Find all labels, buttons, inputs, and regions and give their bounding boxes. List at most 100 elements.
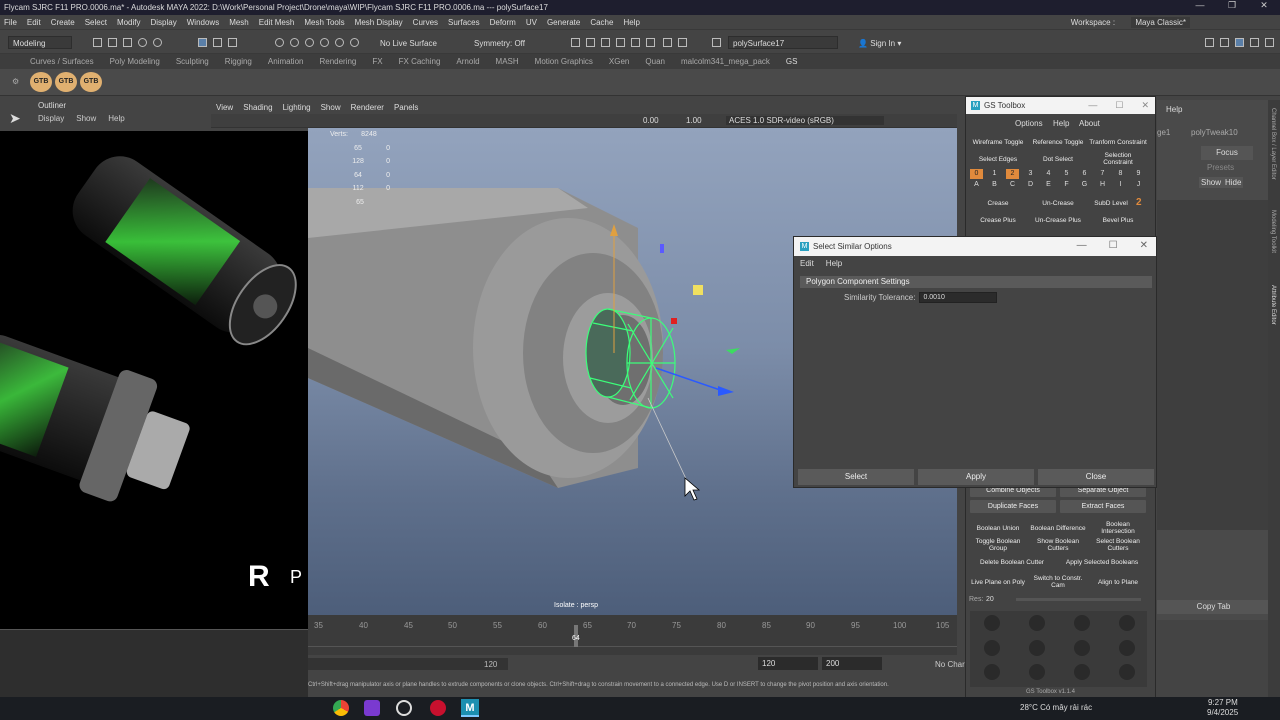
obs-icon[interactable] [396, 700, 412, 716]
outliner-menu-help[interactable]: Help [108, 114, 124, 123]
material-sphere[interactable] [1119, 664, 1135, 680]
menu-curves[interactable]: Curves [413, 18, 438, 27]
colorspace-dropdown[interactable]: ACES 1.0 SDR-video (sRGB) [726, 116, 884, 125]
maximize-icon[interactable]: ☐ [1109, 240, 1118, 251]
davinci-icon[interactable] [430, 700, 446, 716]
apply-button[interactable]: Apply [918, 469, 1034, 485]
align-to-plane-button[interactable]: Align to Plane [1089, 575, 1147, 589]
material-sphere[interactable] [1074, 664, 1090, 680]
store-slot-h[interactable]: H [1096, 180, 1109, 190]
attribute-editor-icon[interactable] [1235, 38, 1244, 47]
minimize-icon[interactable]: — [1184, 0, 1216, 11]
sign-in-button[interactable]: 👤 Sign In ▾ [858, 39, 901, 48]
bevel-plus-button[interactable]: Bevel Plus [1089, 213, 1147, 227]
workspace-selector[interactable]: Workspace : Maya Classic* [1071, 16, 1200, 28]
gs-toolbox-shelf-icon[interactable]: GTB [80, 72, 102, 92]
pause-icon[interactable] [678, 38, 687, 47]
shelf-tab-sculpting[interactable]: Sculpting [176, 57, 209, 66]
maximize-icon[interactable]: ☐ [1115, 100, 1123, 111]
boolean-difference-button[interactable]: Boolean Difference [1029, 521, 1087, 535]
store-slot-a[interactable]: A [970, 180, 983, 190]
menu-modify[interactable]: Modify [117, 18, 141, 27]
snap-live-icon[interactable] [350, 38, 359, 47]
panel-menu-renderer[interactable]: Renderer [351, 103, 384, 112]
ae-tab-polytweak[interactable]: polyTweak10 [1191, 128, 1238, 137]
store-slot-5[interactable]: 5 [1060, 169, 1073, 179]
mode-dropdown[interactable]: Modeling [8, 36, 72, 49]
live-surface-label[interactable]: No Live Surface [380, 39, 437, 48]
redo-icon[interactable] [153, 38, 162, 47]
material-sphere[interactable] [1029, 640, 1045, 656]
select-button[interactable]: Select [798, 469, 914, 485]
minimize-icon[interactable]: — [1077, 240, 1087, 251]
material-sphere[interactable] [984, 664, 1000, 680]
shelf-tab-poly[interactable]: Poly Modeling [110, 57, 160, 66]
material-sphere[interactable] [1029, 615, 1045, 631]
snap-curve-icon[interactable] [290, 38, 299, 47]
crease-plus-button[interactable]: Crease Plus [969, 213, 1027, 227]
close-icon[interactable]: ✕ [1140, 240, 1148, 251]
ipr-render-icon[interactable] [616, 38, 625, 47]
shelf-tab-curves[interactable]: Curves / Surfaces [30, 57, 94, 66]
menu-mesh[interactable]: Mesh [229, 18, 249, 27]
affinity-icon[interactable] [364, 700, 380, 716]
duplicate-faces-button[interactable]: Duplicate Faces [970, 500, 1056, 513]
shelf-settings-icon[interactable]: ⚙ [12, 77, 19, 86]
material-sphere[interactable] [1119, 640, 1135, 656]
copy-tab-button[interactable]: Copy Tab [1157, 600, 1270, 614]
gs-toolbox-shelf-icon[interactable]: GTB [55, 72, 77, 92]
shelf-tab-mash[interactable]: MASH [496, 57, 519, 66]
side-tab-attribute-editor[interactable]: Attribute Editor [1270, 285, 1276, 325]
side-tab-modeling-toolkit[interactable]: Modeling Toolkit [1270, 210, 1276, 253]
gs-menu-help[interactable]: Help [1053, 119, 1069, 128]
shelf-tab-malcolm[interactable]: malcolm341_mega_pack [681, 57, 770, 66]
gs-toolbox-shelf-icon[interactable]: GTB [30, 72, 52, 92]
gs-menu-options[interactable]: Options [1015, 119, 1043, 128]
store-slot-j[interactable]: J [1132, 180, 1145, 190]
maximize-icon[interactable]: ❐ [1216, 0, 1248, 11]
undo-icon[interactable] [138, 38, 147, 47]
ae-tab-partial[interactable]: ge1 [1157, 128, 1170, 137]
store-slot-9[interactable]: 9 [1132, 169, 1145, 179]
show-boolean-cutters-button[interactable]: Show Boolean Cutters [1029, 538, 1087, 552]
chrome-icon[interactable] [333, 700, 349, 716]
new-scene-icon[interactable] [93, 38, 102, 47]
store-slot-2[interactable]: 2 [1006, 169, 1019, 179]
close-button[interactable]: Close [1038, 469, 1154, 485]
apply-selected-booleans-button[interactable]: Apply Selected Booleans [1059, 555, 1145, 569]
shelf-tab-animation[interactable]: Animation [268, 57, 304, 66]
panel-menu-shading[interactable]: Shading [243, 103, 272, 112]
character-set-dropdown[interactable]: No Char [935, 660, 965, 669]
panel-menu-view[interactable]: View [216, 103, 233, 112]
outliner-menu-show[interactable]: Show [76, 114, 96, 123]
dialog-title-bar[interactable]: M Select Similar Options — ☐ ✕ [794, 237, 1156, 256]
menu-display[interactable]: Display [151, 18, 177, 27]
arnold-icon[interactable] [663, 38, 672, 47]
hide-button[interactable]: Hide [1223, 177, 1244, 188]
material-sphere[interactable] [1119, 615, 1135, 631]
un-crease-button[interactable]: Un-Crease [1029, 196, 1087, 210]
menu-mesh-tools[interactable]: Mesh Tools [304, 18, 344, 27]
shelf-tab-gs[interactable]: GS [786, 57, 798, 66]
material-sphere[interactable] [984, 615, 1000, 631]
material-sphere[interactable] [1074, 640, 1090, 656]
modeling-toolkit-icon[interactable] [1265, 38, 1274, 47]
layout-icon[interactable] [1205, 38, 1214, 47]
live-plane-button[interactable]: Live Plane on Poly [969, 575, 1027, 589]
dot-select-button[interactable]: Dot Select [1029, 152, 1087, 166]
menu-create[interactable]: Create [51, 18, 75, 27]
gs-menu-about[interactable]: About [1079, 119, 1100, 128]
gamma-field[interactable]: 1.00 [686, 116, 702, 125]
menu-generate[interactable]: Generate [547, 18, 580, 27]
store-slot-i[interactable]: I [1114, 180, 1127, 190]
menu-deform[interactable]: Deform [490, 18, 516, 27]
open-scene-icon[interactable] [108, 38, 117, 47]
material-sphere[interactable] [1029, 664, 1045, 680]
shelf-tab-fx-caching[interactable]: FX Caching [399, 57, 441, 66]
store-slot-d[interactable]: D [1024, 180, 1037, 190]
shelf-tab-fx[interactable]: FX [372, 57, 382, 66]
menu-select[interactable]: Select [85, 18, 107, 27]
menu-windows[interactable]: Windows [187, 18, 219, 27]
boolean-intersection-button[interactable]: Boolean Intersection [1089, 521, 1147, 535]
transform-constraint-button[interactable]: Tranform Constraint [1089, 135, 1147, 149]
